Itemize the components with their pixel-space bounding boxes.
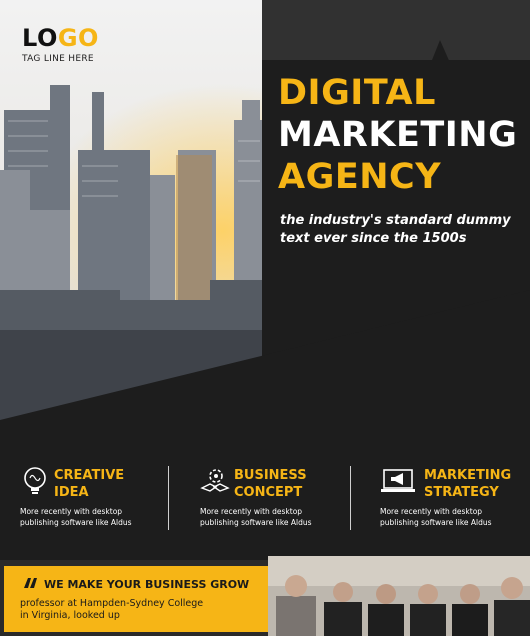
headline-line-2: MARKETING: [278, 115, 518, 155]
intro-line-2: text ever since the 1500s: [280, 231, 467, 246]
service-description: More recently with desktop publishing so…: [200, 506, 312, 528]
service-description: More recently with desktop publishing so…: [20, 506, 132, 528]
service-title: MARKETING STRATEGY: [424, 467, 511, 501]
bottom-heading: WE MAKE YOUR BUSINESS GROW: [44, 578, 250, 591]
flyer: LOGO TAG LINE HERE DIGITAL MARKETING AGE…: [0, 0, 530, 636]
bottom-text-line-1: professor at Hampden-Sydney College: [20, 598, 204, 609]
headline-line-3: AGENCY: [278, 157, 442, 197]
headline-line-1: DIGITAL: [278, 73, 436, 113]
team-photo: [268, 556, 530, 636]
service-title: BUSINESS CONCEPT: [234, 467, 307, 501]
headline: DIGITAL MARKETING AGENCY: [278, 72, 528, 198]
laptop-megaphone-icon: [381, 469, 415, 492]
logo: LOGO: [22, 24, 99, 52]
quote-mark-icon: [24, 578, 37, 588]
bottom-text: professor at Hampden-Sydney College in V…: [20, 598, 260, 622]
service-title: CREATIVE IDEA: [54, 467, 124, 501]
divider: [350, 466, 351, 530]
service-title-line-1: CREATIVE: [54, 468, 125, 483]
bottom-text-line-2: in Virginia, looked up: [20, 610, 120, 621]
service-desc-line-1: More recently with desktop: [20, 507, 123, 516]
service-title-line-2: CONCEPT: [234, 485, 303, 500]
service-desc-line-2: publishing software like Aldus: [200, 518, 312, 527]
service-title-line-2: STRATEGY: [424, 485, 499, 500]
intro-line-1: the industry's standard dummy: [280, 213, 511, 228]
service-description: More recently with desktop publishing so…: [380, 506, 492, 528]
service-title-line-2: IDEA: [54, 485, 89, 500]
service-desc-line-1: More recently with desktop: [200, 507, 303, 516]
service-title-line-1: BUSINESS: [234, 468, 307, 483]
service-desc-line-1: More recently with desktop: [380, 507, 483, 516]
service-desc-line-2: publishing software like Aldus: [380, 518, 492, 527]
divider: [168, 466, 169, 530]
hands-gear-icon: [200, 469, 230, 492]
brain-bulb-icon: [24, 467, 46, 494]
logo-text: LO: [22, 24, 58, 52]
logo-tagline: TAG LINE HERE: [22, 54, 94, 64]
service-title-line-1: MARKETING: [424, 468, 512, 483]
intro-text: the industry's standard dummy text ever …: [280, 212, 525, 248]
logo-text-accent: GO: [57, 24, 99, 52]
service-desc-line-2: publishing software like Aldus: [20, 518, 132, 527]
